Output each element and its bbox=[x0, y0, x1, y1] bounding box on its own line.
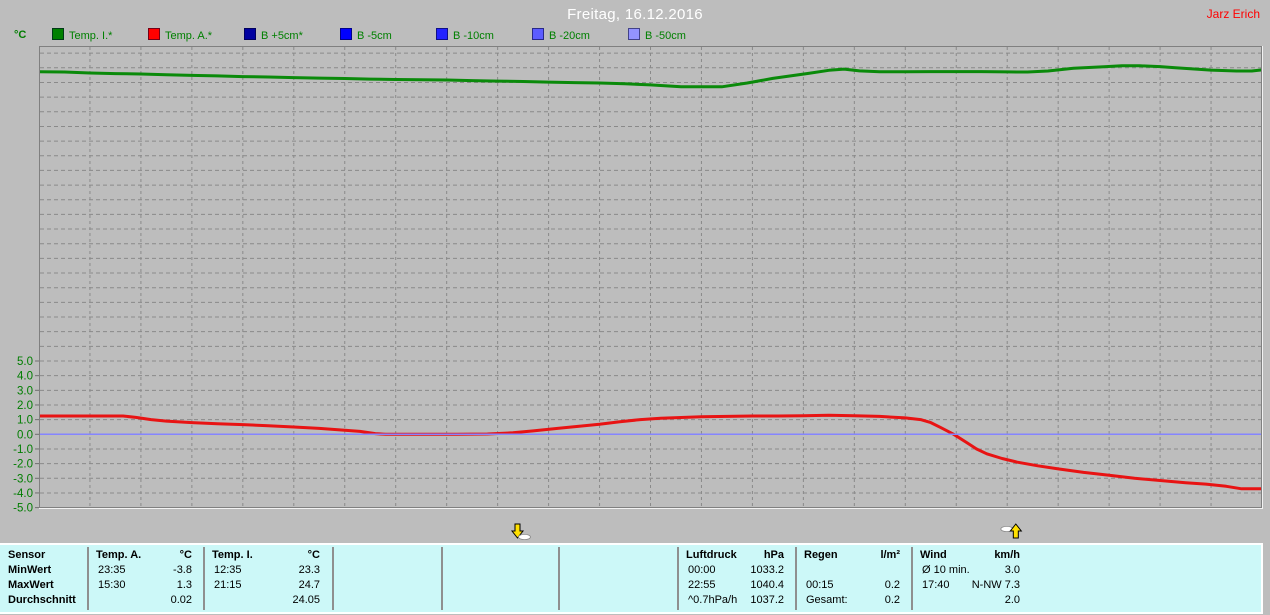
cell-value: 24.05 bbox=[292, 594, 320, 606]
legend-swatch-icon bbox=[436, 28, 448, 40]
legend-item-label: B -10cm bbox=[453, 30, 494, 42]
y-axis-label: -5.0 bbox=[13, 503, 33, 515]
table-header-sensor: Sensor bbox=[8, 549, 46, 561]
y-axis-label: -2.0 bbox=[13, 459, 33, 471]
table-divider bbox=[87, 547, 89, 610]
legend-item: B -50cm bbox=[628, 28, 686, 42]
column-unit: hPa bbox=[763, 549, 784, 561]
table-divider bbox=[795, 547, 797, 610]
legend-swatch-icon bbox=[532, 28, 544, 40]
legend-swatch-icon bbox=[148, 28, 160, 40]
legend-item-label: Temp. I.* bbox=[69, 30, 113, 42]
cell-value: 3.0 bbox=[1004, 564, 1020, 576]
cell-value: 1.3 bbox=[176, 579, 192, 591]
cell-value: 1033.2 bbox=[750, 564, 784, 576]
page-title: Freitag, 16.12.2016 bbox=[567, 6, 703, 23]
legend-item: B -20cm bbox=[532, 28, 590, 42]
cell-value: N-NW 7.3 bbox=[971, 579, 1020, 591]
y-axis-label: 2.0 bbox=[17, 400, 33, 412]
summary-table: Sensor MinWert MaxWert Durchschnitt Temp. A.… bbox=[0, 543, 1263, 614]
y-axis-label: 1.0 bbox=[17, 415, 33, 427]
cell-value: 23.3 bbox=[298, 564, 320, 576]
y-axis-label: 5.0 bbox=[17, 356, 33, 368]
legend: °C Temp. I.* Temp. A.* B +5cm* B -5cm B -10c… bbox=[0, 28, 1270, 44]
table-divider bbox=[441, 547, 443, 610]
cell-value: 2.0 bbox=[1004, 594, 1020, 606]
legend-item: B -10cm bbox=[436, 28, 494, 42]
legend-swatch-icon bbox=[52, 28, 64, 40]
cell-value: -3.8 bbox=[173, 564, 192, 576]
cell-value: 0.02 bbox=[170, 594, 192, 606]
user-name: Jarz Erich bbox=[1206, 7, 1260, 21]
y-axis-label: -1.0 bbox=[13, 444, 33, 456]
temperature-unit-label: °C bbox=[14, 29, 27, 41]
y-axis-label: 3.0 bbox=[17, 385, 33, 397]
table-divider bbox=[911, 547, 913, 610]
column-unit: l/m² bbox=[880, 549, 900, 561]
legend-item: B -5cm bbox=[340, 28, 392, 42]
row-label: MinWert bbox=[8, 564, 52, 576]
cell-value: 1037.2 bbox=[750, 594, 784, 606]
column-unit: °C bbox=[179, 549, 192, 561]
row-label: MaxWert bbox=[8, 579, 54, 591]
legend-item: Temp. I.* bbox=[52, 28, 112, 42]
column-unit: km/h bbox=[994, 549, 1020, 561]
y-axis-label: -4.0 bbox=[13, 488, 33, 500]
sun-down-marker-icon bbox=[510, 523, 531, 541]
legend-item: B +5cm* bbox=[244, 28, 303, 42]
column-unit: °C bbox=[307, 549, 320, 561]
chart-svg: 5.0 4.0 3.0 2.0 1.0 0.0 -1.0 -2.0 -3.0 -4.0 -5.0 bbox=[13, 46, 1263, 541]
cell-value: 24.7 bbox=[298, 579, 320, 591]
cell-value: 0.2 bbox=[884, 594, 900, 606]
y-axis-label: 0.0 bbox=[17, 429, 33, 441]
legend-item-label: B -50cm bbox=[645, 30, 686, 42]
y-axis-label: -3.0 bbox=[13, 473, 33, 485]
cell-value: 0.2 bbox=[884, 579, 900, 591]
sun-up-marker-icon bbox=[1000, 523, 1023, 539]
table-divider bbox=[203, 547, 205, 610]
legend-item-label: Temp. A.* bbox=[165, 30, 213, 42]
cell-value: 1040.4 bbox=[750, 579, 784, 591]
legend-swatch-icon bbox=[244, 28, 256, 40]
y-axis-label: 4.0 bbox=[17, 371, 33, 383]
series-line-temp-i- bbox=[38, 64, 1263, 89]
legend-swatch-icon bbox=[340, 28, 352, 40]
table-divider bbox=[332, 547, 334, 610]
legend-item-label: B -5cm bbox=[357, 30, 392, 42]
row-label: Durchschnitt bbox=[8, 594, 76, 606]
legend-item: Temp. A.* bbox=[148, 28, 212, 42]
table-divider bbox=[558, 547, 560, 610]
title-bar: Freitag, 16.12.2016 Jarz Erich bbox=[0, 0, 1270, 26]
legend-item-label: B +5cm* bbox=[261, 30, 303, 42]
legend-item-label: B -20cm bbox=[549, 30, 590, 42]
legend-swatch-icon bbox=[628, 28, 640, 40]
table-divider bbox=[677, 547, 679, 610]
